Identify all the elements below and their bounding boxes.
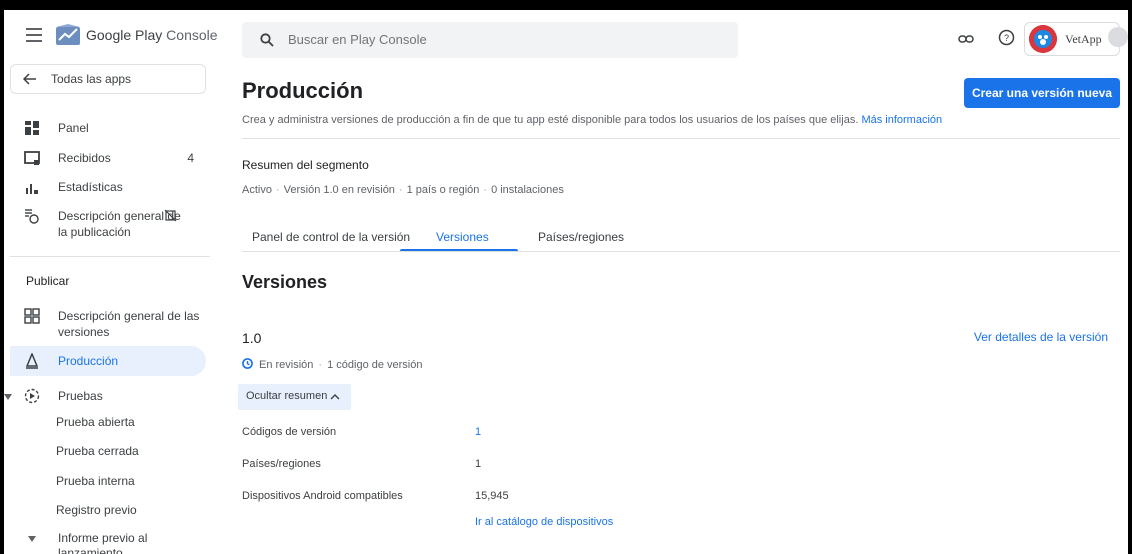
link-icon[interactable] (958, 32, 974, 46)
tab-countries-regions[interactable]: Países/regiones (538, 230, 624, 244)
device-catalog-link[interactable]: Ir al catálogo de dispositivos (475, 516, 613, 528)
play-console-logo-icon (56, 24, 80, 45)
sidebar-item-label: Pruebas (58, 389, 103, 403)
sidebar-item-label: Informe previo al (58, 531, 148, 545)
page-description: Crea y administra versiones de producció… (242, 114, 942, 126)
page-title: Producción (242, 78, 364, 103)
search-bar[interactable] (242, 22, 738, 58)
sidebar-item-testing[interactable]: Pruebas (10, 388, 206, 404)
sidebar-item-label: Recibidos (58, 151, 111, 165)
svg-text:?: ? (1004, 33, 1009, 43)
divider (242, 138, 1120, 139)
segment-installs: 0 instalaciones (491, 184, 564, 196)
sidebar-divider (10, 256, 210, 257)
window-frame-right (1128, 0, 1132, 554)
detail-value-countries: 1 (475, 458, 482, 470)
changes-not-sent-icon (164, 209, 177, 222)
app-switcher[interactable]: VetApp (1024, 22, 1120, 56)
releases-overview-icon (24, 308, 40, 324)
search-input[interactable] (288, 22, 718, 58)
sidebar-item-label-line2: la publicación (58, 225, 131, 239)
detail-label-version-codes: Códigos de versión (242, 426, 337, 438)
all-apps-button[interactable]: Todas las apps (10, 64, 206, 94)
brand-google-play: Google Play (86, 27, 163, 43)
inbox-count-badge: 4 (187, 151, 194, 165)
hide-summary-label: Ocultar resumen (246, 390, 328, 402)
sidebar-subitem-internal-testing[interactable]: Prueba interna (56, 474, 135, 488)
detail-label-countries: Países/regiones (242, 458, 321, 470)
hamburger-menu-icon[interactable] (26, 28, 42, 42)
detail-value-compatible-devices: 15,945 (475, 490, 509, 502)
release-version-number: 1.0 (242, 330, 262, 346)
segment-status: Activo (242, 184, 272, 196)
sidebar-section-publish: Publicar (26, 274, 70, 288)
sidebar-item-label: Estadísticas (58, 180, 123, 194)
brand-name: Google Play Console (86, 27, 218, 43)
sidebar-item-inbox[interactable]: Recibidos 4 (10, 150, 206, 166)
arrow-back-icon (23, 73, 36, 85)
app-logo-icon (1029, 25, 1057, 53)
bar-chart-icon (26, 184, 38, 194)
release-version-code-count: 1 código de versión (327, 359, 423, 371)
tab-releases[interactable]: Versiones (436, 230, 489, 244)
sidebar-item-releases-overview[interactable]: Descripción general de las versiones (10, 308, 206, 340)
sidebar-subitem-closed-testing[interactable]: Prueba cerrada (56, 444, 139, 458)
detail-value-version-codes[interactable]: 1 (475, 426, 481, 438)
create-release-button[interactable]: Crear una versión nueva (964, 78, 1120, 108)
tab-release-dashboard[interactable]: Panel de control de la versión (252, 230, 410, 244)
sidebar-item-publishing-overview[interactable]: Descripción general de la publicación (10, 208, 206, 240)
sidebar-item-statistics[interactable]: Estadísticas (10, 179, 206, 195)
inbox-icon (24, 151, 40, 165)
section-title: Versiones (242, 272, 328, 292)
sidebar-item-panel[interactable]: Panel (10, 120, 206, 136)
release-details-link[interactable]: Ver detalles de la versión (974, 330, 1108, 344)
sidebar-item-production[interactable]: Producción (10, 346, 206, 376)
segment-summary-title: Resumen del segmento (242, 158, 369, 172)
sidebar-item-label-line2: versiones (58, 325, 110, 339)
page-description-text: Crea y administra versiones de producció… (242, 114, 859, 126)
clock-icon (242, 358, 253, 369)
more-info-link[interactable]: Más información (861, 114, 942, 126)
sidebar-item-label: Descripción general de las (58, 309, 200, 323)
sidebar-item-label: Panel (58, 121, 89, 135)
dashboard-icon (25, 121, 39, 135)
detail-label-compatible-devices: Dispositivos Android compatibles (242, 490, 403, 502)
search-icon (260, 33, 274, 47)
sidebar-item-label: Descripción general de (58, 209, 181, 223)
all-apps-label: Todas las apps (51, 72, 132, 86)
app-name: VetApp (1065, 32, 1102, 46)
publishing-overview-icon (25, 209, 39, 224)
sidebar-subitem-pre-registration[interactable]: Registro previo (56, 503, 137, 517)
tabs-divider (242, 251, 1120, 252)
segment-version: Versión 1.0 en revisión (283, 184, 395, 196)
help-icon[interactable]: ? (998, 29, 1015, 46)
release-status-text: En revisión (259, 359, 314, 371)
hide-summary-button[interactable]: Ocultar resumen (238, 384, 351, 410)
brand-console: Console (166, 27, 218, 43)
segment-summary-meta: Activo · Versión 1.0 en revisión · 1 país o … (242, 184, 564, 196)
main-content: Producción Crear una versión nueva Crea … (238, 66, 1124, 554)
production-icon (25, 353, 39, 369)
release-status: En revisión · 1 código de versión (242, 358, 423, 371)
sidebar-subitem-open-testing[interactable]: Prueba abierta (56, 415, 135, 429)
chevron-up-icon (330, 394, 340, 400)
sidebar-item-label-line2: lanzamiento (58, 546, 123, 554)
top-header: Google Play Console ? VetApp (4, 10, 1128, 66)
sidebar-item-prelaunch-report[interactable]: Informe previo al lanzamiento (10, 530, 206, 554)
sidebar: Todas las apps Panel Recibidos 4 Estadís… (4, 64, 210, 554)
testing-icon (24, 388, 40, 404)
sidebar-item-label: Producción (58, 354, 119, 368)
user-avatar[interactable] (1108, 27, 1128, 47)
segment-countries: 1 país o región (406, 184, 480, 196)
window-frame-top (0, 0, 1132, 10)
